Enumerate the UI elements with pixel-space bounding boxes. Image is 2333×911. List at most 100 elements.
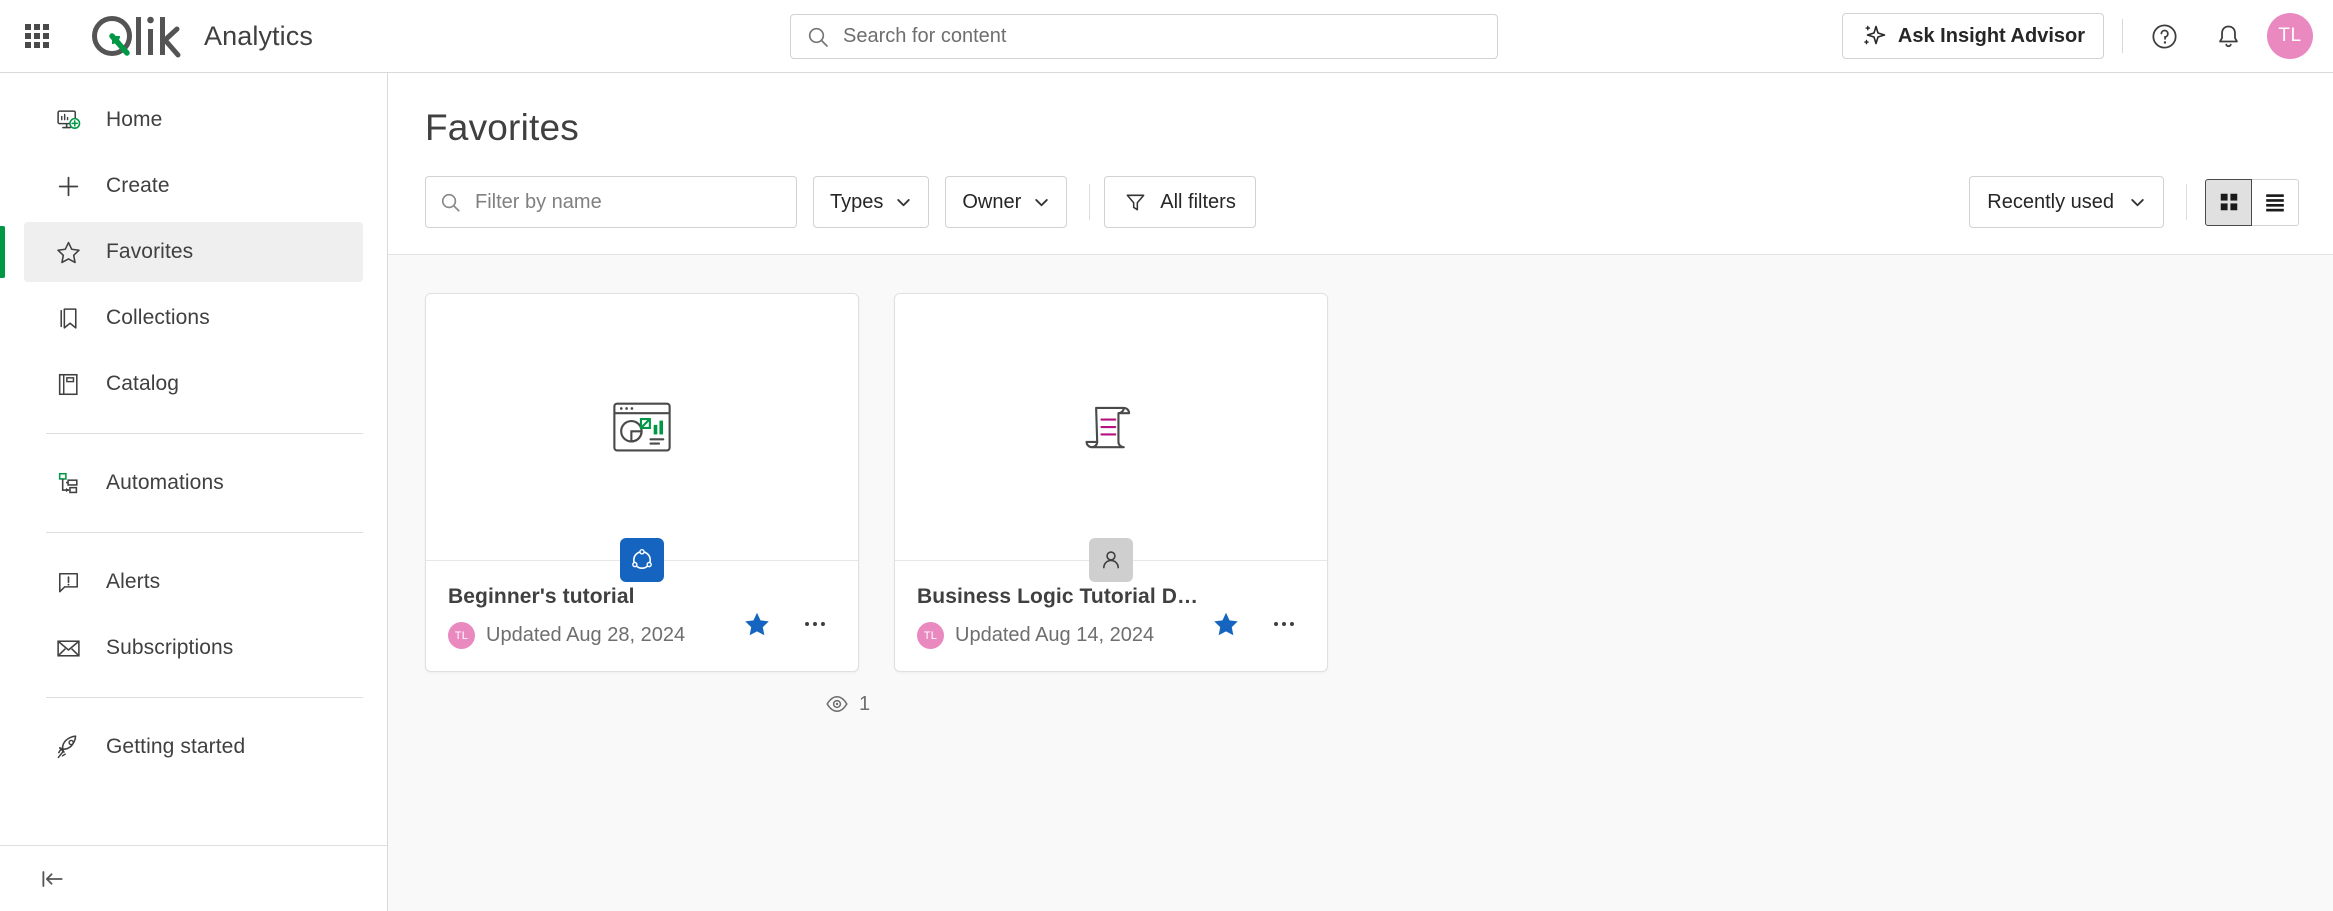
card-thumbnail: [895, 294, 1327, 582]
user-avatar[interactable]: TL: [2267, 13, 2313, 59]
chevron-down-icon: [1035, 198, 1048, 206]
sidebar-item-label: Home: [106, 108, 163, 131]
card-info: Beginner's tutorial TL Updated Aug 28, 2…: [448, 585, 685, 649]
sidebar-item-getting-started[interactable]: Getting started: [24, 717, 363, 777]
sidebar-item-catalog[interactable]: Catalog: [24, 354, 363, 414]
plus-icon: [51, 173, 85, 200]
global-search[interactable]: Search for content: [790, 14, 1498, 59]
sidebar-item-label: Subscriptions: [106, 636, 234, 659]
home-monitor-plus-icon: [51, 107, 85, 134]
sidebar-item-subscriptions[interactable]: Subscriptions: [24, 618, 363, 678]
sidebar-item-favorites[interactable]: Favorites: [0, 222, 363, 282]
view-mode-toggle: [2205, 178, 2299, 226]
grid-view-icon: [2220, 193, 2237, 211]
sidebar-item-label: Catalog: [106, 372, 180, 395]
favorite-star-button[interactable]: [736, 603, 778, 645]
view-count: 1: [825, 692, 870, 716]
alert-bubble-icon: [51, 569, 85, 596]
rocket-icon: [51, 734, 85, 761]
grid-apps-icon: [25, 24, 49, 48]
brand[interactable]: Analytics: [87, 13, 313, 59]
star-outline-icon: [51, 239, 85, 266]
sidebar-divider: [46, 697, 363, 698]
content-card[interactable]: Beginner's tutorial TL Updated Aug 28, 2…: [425, 293, 859, 672]
main-content: Favorites Filter by name Types Owner All…: [388, 73, 2333, 911]
automations-flow-icon: [51, 470, 85, 497]
search-icon: [808, 27, 828, 47]
star-filled-icon: [1214, 612, 1238, 636]
ask-insight-advisor-button[interactable]: Ask Insight Advisor: [1841, 13, 2104, 59]
sidebar-item-collections[interactable]: Collections: [24, 288, 363, 348]
script-scroll-icon: [1085, 406, 1131, 449]
search-input[interactable]: Search for content: [790, 14, 1498, 59]
card-more-options-button[interactable]: [794, 603, 836, 645]
list-view-button[interactable]: [2252, 178, 2299, 226]
content-area: Beginner's tutorial TL Updated Aug 28, 2…: [388, 255, 2333, 911]
sidebar-divider: [46, 433, 363, 434]
card-title: Business Logic Tutorial Data Prep: [917, 585, 1205, 608]
sidebar: Home Create Favorites Collections Catalo…: [0, 73, 388, 911]
eye-icon: [826, 696, 848, 712]
filter-by-name-input[interactable]: Filter by name: [425, 176, 797, 228]
search-icon: [441, 193, 460, 212]
product-name: Analytics: [204, 20, 313, 51]
top-bar-actions: Ask Insight Advisor TL: [1841, 13, 2333, 59]
all-filters-button[interactable]: All filters: [1104, 176, 1256, 228]
more-horizontal-icon: [805, 622, 825, 626]
ask-insight-advisor-label: Ask Insight Advisor: [1897, 24, 2085, 47]
sidebar-item-alerts[interactable]: Alerts: [24, 552, 363, 612]
card-updated-date: Updated Aug 28, 2024: [486, 624, 686, 646]
owner-filter-dropdown[interactable]: Owner: [945, 176, 1068, 228]
avatar-initials: TL: [2278, 25, 2302, 46]
card-more-options-button[interactable]: [1263, 603, 1305, 645]
qlik-analytics-app: Analytics Search for content Ask Insight…: [0, 0, 2333, 911]
book-icon: [51, 371, 85, 398]
card-actions: [1205, 603, 1305, 649]
qlik-app-icon: [632, 549, 652, 570]
sidebar-item-label: Collections: [106, 306, 210, 329]
types-filter-dropdown[interactable]: Types: [813, 176, 930, 228]
page-header: Favorites: [388, 73, 2333, 149]
sidebar-footer: [0, 845, 387, 911]
list-view-icon: [2266, 194, 2284, 212]
envelope-icon: [51, 635, 85, 662]
sidebar-item-label: Create: [106, 174, 170, 197]
sidebar-item-home[interactable]: Home: [24, 90, 363, 150]
toolbar-divider: [1089, 184, 1091, 220]
more-horizontal-icon: [1274, 622, 1294, 626]
sidebar-item-create[interactable]: Create: [24, 156, 363, 216]
notifications-button[interactable]: [2205, 13, 2251, 59]
card-actions: [736, 603, 836, 649]
sparkle-icon: [1864, 25, 1886, 45]
bell-icon: [2218, 25, 2238, 47]
filter-placeholder: Filter by name: [475, 190, 602, 213]
card-info: Business Logic Tutorial Data Prep TL Upd…: [917, 585, 1205, 649]
owner-avatar: TL: [448, 622, 475, 649]
view-count-value: 1: [859, 692, 871, 715]
card-grid: Beginner's tutorial TL Updated Aug 28, 2…: [425, 293, 2333, 672]
toolbar-right: Recently used: [1969, 176, 2299, 228]
content-toolbar: Filter by name Types Owner All filters R…: [388, 149, 2333, 255]
sidebar-item-label: Getting started: [106, 735, 246, 758]
funnel-icon: [1126, 194, 1145, 210]
collapse-sidebar-button[interactable]: [28, 855, 76, 903]
sidebar-divider: [46, 532, 363, 533]
card-type-badge: [620, 538, 664, 582]
types-label: Types: [830, 190, 884, 213]
sidebar-item-automations[interactable]: Automations: [24, 453, 363, 513]
grid-view-button[interactable]: [2205, 178, 2252, 226]
app-launcher-button[interactable]: [13, 12, 61, 60]
sort-dropdown[interactable]: Recently used: [1969, 176, 2164, 228]
card-updated-date: Updated Aug 14, 2024: [955, 624, 1155, 646]
search-placeholder: Search for content: [843, 25, 1007, 47]
card-meta: TL Updated Aug 14, 2024: [917, 622, 1205, 649]
star-filled-icon: [745, 612, 769, 636]
sort-label: Recently used: [1987, 190, 2114, 213]
favorite-star-button[interactable]: [1205, 603, 1247, 645]
page-title: Favorites: [425, 107, 579, 148]
collapse-sidebar-icon: [42, 870, 63, 887]
content-card[interactable]: Business Logic Tutorial Data Prep TL Upd…: [894, 293, 1328, 672]
body: Home Create Favorites Collections Catalo…: [0, 73, 2333, 911]
help-button[interactable]: [2141, 13, 2187, 59]
chevron-down-icon: [897, 198, 911, 206]
